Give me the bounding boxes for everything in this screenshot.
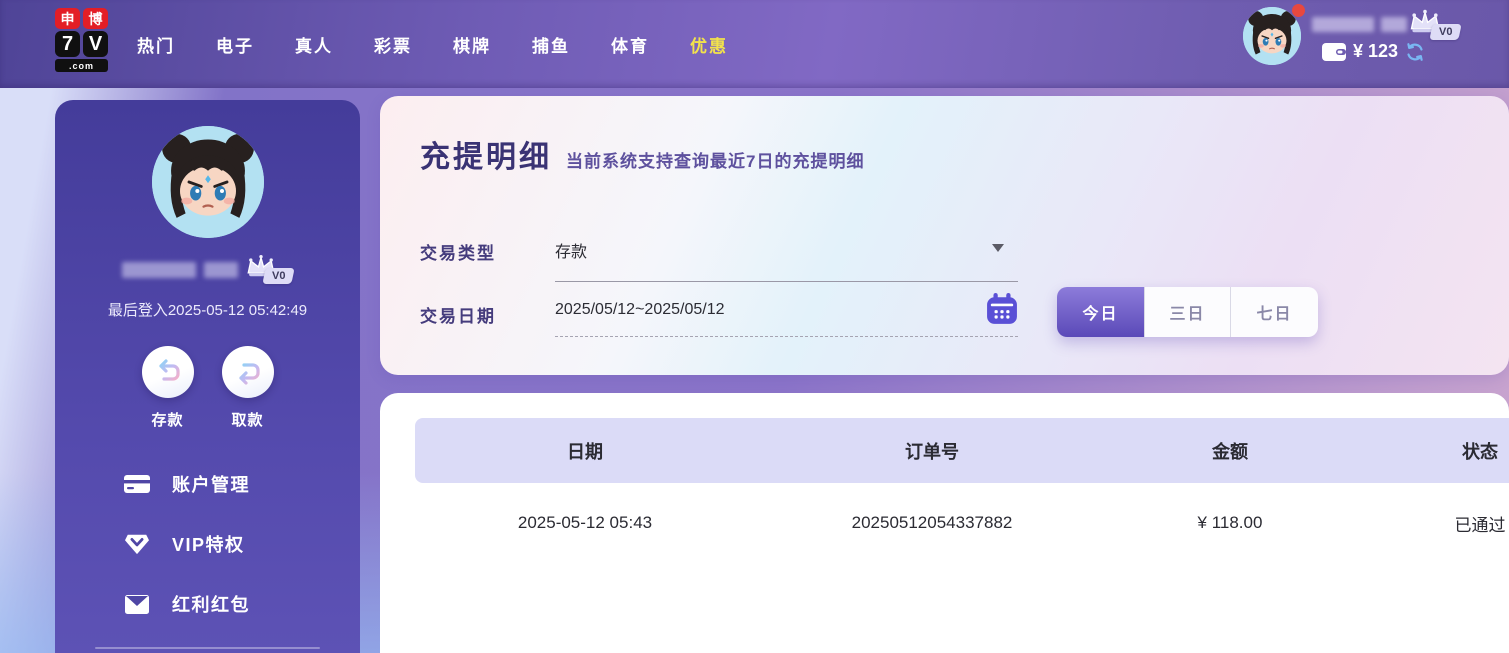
table-header-row: 日期 订单号 金额 状态: [415, 418, 1509, 483]
content-area: V0 最后登入2025-05-12 05:42:49 存款: [0, 88, 1509, 653]
logo-domain: .com: [55, 59, 108, 72]
user-avatar[interactable]: [1243, 7, 1301, 65]
header-status: 状态: [1351, 438, 1509, 464]
last-login-text: 最后登入2025-05-12 05:42:49: [108, 299, 307, 320]
transaction-date-value: 2025/05/12~2025/05/12: [555, 301, 725, 318]
main-menu: 热门 电子 真人 彩票 棋牌 捕鱼 体育 优惠: [137, 0, 728, 88]
sidebar-item-vip[interactable]: VIP特权: [123, 514, 360, 574]
wallet-balance-row: ¥ 123: [1322, 41, 1425, 62]
withdraw-button[interactable]: 取款: [222, 346, 274, 430]
nav-item-fishing[interactable]: 捕鱼: [532, 32, 570, 57]
cell-status status-badge: 已通过: [1351, 511, 1509, 536]
nav-item-cards[interactable]: 棋牌: [453, 32, 491, 57]
transaction-type-value: 存款: [555, 244, 587, 261]
username-redacted: [122, 262, 196, 278]
sidebar-item-bonus[interactable]: 红利红包: [123, 574, 360, 634]
withdraw-label: 取款: [231, 409, 263, 430]
nav-item-sports[interactable]: 体育: [611, 32, 649, 57]
nav-item-lottery[interactable]: 彩票: [374, 32, 412, 57]
page-title: 充提明细: [420, 132, 552, 176]
vip-level-badge: V0: [1431, 22, 1460, 40]
page: 申 博 7 V .com 热门 电子 真人 彩票 棋牌 捕鱼 体育 优惠: [0, 0, 1509, 653]
avatar-illustration: [1243, 7, 1301, 65]
transaction-type-label: 交易类型: [420, 239, 496, 264]
cell-amount: ¥ 118.00: [1109, 513, 1351, 533]
calendar-icon[interactable]: [986, 293, 1018, 330]
logo-row-mid: 7 V: [55, 31, 109, 57]
transaction-type-select[interactable]: 存款: [555, 238, 1018, 282]
notification-dot: [1292, 4, 1305, 17]
logo-row-top: 申 博: [55, 8, 109, 29]
avatar-illustration: [152, 126, 264, 238]
nav-item-live[interactable]: 真人: [295, 32, 333, 57]
profile-name-row: V0: [122, 255, 293, 285]
site-logo[interactable]: 申 博 7 V .com: [55, 8, 109, 72]
header-date: 日期: [415, 438, 755, 464]
transaction-date-label: 交易日期: [420, 302, 496, 327]
quick-actions: 存款 取款: [142, 346, 274, 430]
envelope-icon: [123, 595, 150, 614]
logo-char: 7: [55, 31, 80, 57]
records-panel: 日期 订单号 金额 状态 2025-05-12 05:43 2025051205…: [380, 393, 1509, 653]
deposit-button[interactable]: 存款: [142, 346, 194, 430]
filter-panel: 充提明细 当前系统支持查询最近7日的充提明细 交易类型 存款 交易日期 2025…: [380, 96, 1509, 375]
chevron-down-icon: [992, 244, 1004, 252]
logo-char: V: [83, 31, 108, 57]
vip-gem-icon: [123, 532, 150, 556]
logo-char: 博: [83, 8, 108, 29]
sidebar-menu: 账户管理 VIP特权: [55, 454, 360, 634]
top-nav: 申 博 7 V .com 热门 电子 真人 彩票 棋牌 捕鱼 体育 优惠: [0, 0, 1509, 88]
vip-level-badge: V0: [264, 266, 293, 284]
nav-item-promo[interactable]: 优惠: [690, 32, 728, 57]
header-order-no: 订单号: [755, 438, 1109, 464]
sidebar: V0 最后登入2025-05-12 05:42:49 存款: [55, 100, 360, 653]
card-icon: [123, 474, 150, 494]
page-subtitle: 当前系统支持查询最近7日的充提明细: [566, 147, 864, 172]
range-today-button[interactable]: 今日: [1057, 287, 1144, 337]
table-row: 2025-05-12 05:43 20250512054337882 ¥ 118…: [415, 493, 1509, 553]
range-3day-button[interactable]: 三日: [1144, 287, 1231, 337]
header-amount: 金额: [1109, 438, 1351, 464]
date-range-toggle: 今日 三日 七日: [1057, 287, 1318, 337]
nav-item-slots[interactable]: 电子: [216, 32, 254, 57]
withdraw-arrow-icon: [233, 357, 263, 387]
cell-order-no: 20250512054337882: [755, 513, 1109, 533]
range-7day-button[interactable]: 七日: [1231, 287, 1318, 337]
wallet-icon: [1322, 43, 1346, 61]
balance-amount: ¥ 123: [1353, 41, 1398, 62]
deposit-label: 存款: [151, 409, 183, 430]
cell-date: 2025-05-12 05:43: [415, 513, 755, 533]
refresh-icon[interactable]: [1405, 42, 1425, 62]
logo-char: 申: [55, 8, 80, 29]
deposit-arrow-icon: [153, 357, 183, 387]
sidebar-item-account[interactable]: 账户管理: [123, 454, 360, 514]
nav-item-hot[interactable]: 热门: [137, 32, 175, 57]
transaction-date-input[interactable]: 2025/05/12~2025/05/12: [555, 301, 1018, 337]
profile-avatar[interactable]: [152, 126, 264, 238]
sidebar-divider: [95, 647, 320, 649]
username-redacted: [1312, 17, 1407, 32]
